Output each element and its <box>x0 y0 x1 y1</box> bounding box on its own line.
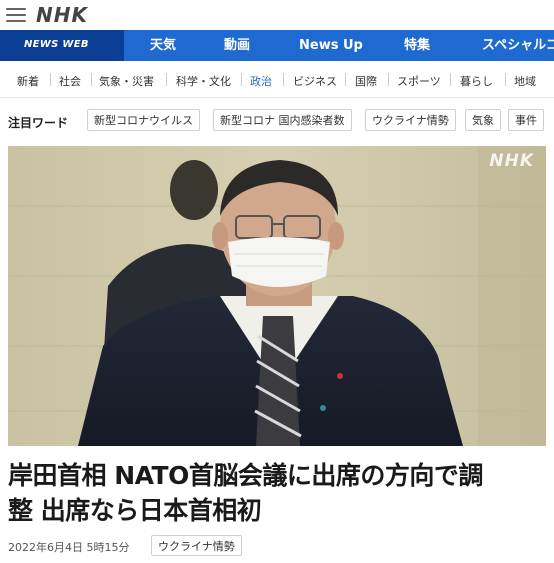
trending-chip[interactable]: 新型コロナ 国内感染者数 <box>213 109 352 131</box>
category-weather-disaster[interactable]: 気象・災害 <box>99 73 154 89</box>
nav-special[interactable]: スペシャルコ <box>482 30 554 61</box>
trending-chip[interactable]: 新型コロナウイルス <box>87 109 200 131</box>
category-living[interactable]: 暮らし <box>460 73 493 89</box>
divider <box>91 73 92 86</box>
divider <box>388 73 389 86</box>
category-international[interactable]: 国際 <box>355 73 377 89</box>
main-nav: NEWS WEB 天気 動画 News Up 特集 スペシャルコ <box>0 30 554 61</box>
divider <box>283 73 284 86</box>
category-latest[interactable]: 新着 <box>17 73 39 89</box>
category-nav: 新着 社会 気象・災害 科学・文化 政治 ビジネス 国際 スポーツ 暮らし 地域 <box>0 61 554 98</box>
nhk-logo[interactable]: NHK <box>36 3 88 27</box>
article-photo: NHK <box>8 146 546 446</box>
divider <box>166 73 167 86</box>
category-sports[interactable]: スポーツ <box>397 73 441 89</box>
divider <box>450 73 451 86</box>
trending-chip[interactable]: 事件 <box>508 109 544 131</box>
nav-news-up[interactable]: News Up <box>299 30 363 61</box>
trending-words: 注目ワード 新型コロナウイルス 新型コロナ 国内感染者数 ウクライナ情勢 気象 … <box>0 106 554 138</box>
nav-video[interactable]: 動画 <box>224 30 250 61</box>
divider <box>50 73 51 86</box>
category-region[interactable]: 地域 <box>514 73 536 89</box>
headline-line-2: 整 出席なら日本首相初 <box>8 496 262 525</box>
headline-line-1: 岸田首相 NATO首脳会議に出席の方向で調 <box>8 461 483 490</box>
photo-illustration <box>8 146 546 446</box>
top-bar: NHK <box>0 0 554 30</box>
category-politics[interactable]: 政治 <box>250 73 272 89</box>
nav-weather[interactable]: 天気 <box>150 30 176 61</box>
divider <box>345 73 346 86</box>
nav-feature[interactable]: 特集 <box>404 30 430 61</box>
category-science-culture[interactable]: 科学・文化 <box>176 73 231 89</box>
divider <box>241 73 242 86</box>
category-society[interactable]: 社会 <box>59 73 81 89</box>
category-business[interactable]: ビジネス <box>293 73 337 89</box>
article-date: 2022年6月4日 5時15分 <box>8 541 130 554</box>
article-tag[interactable]: ウクライナ情勢 <box>151 535 242 556</box>
nav-newsweb[interactable]: NEWS WEB <box>0 30 124 61</box>
divider <box>505 73 506 86</box>
photo-watermark: NHK <box>489 151 534 171</box>
trending-title: 注目ワード <box>8 116 69 130</box>
menu-icon[interactable] <box>6 7 26 23</box>
trending-chip[interactable]: ウクライナ情勢 <box>365 109 456 131</box>
trending-chip[interactable]: 気象 <box>465 109 501 131</box>
article-headline: 岸田首相 NATO首脳会議に出席の方向で調 整 出席なら日本首相初 <box>8 458 548 528</box>
newsweb-label: NEWS WEB <box>24 39 89 50</box>
